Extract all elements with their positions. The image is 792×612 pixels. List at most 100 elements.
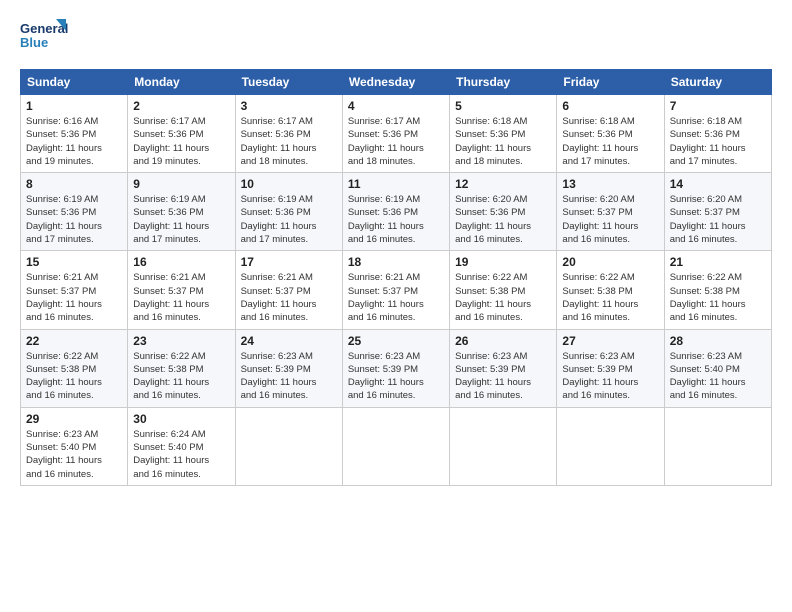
day-info: Sunrise: 6:17 AM Sunset: 5:36 PM Dayligh… bbox=[348, 115, 444, 168]
day-number: 30 bbox=[133, 412, 229, 426]
day-info: Sunrise: 6:23 AM Sunset: 5:39 PM Dayligh… bbox=[348, 350, 444, 403]
svg-text:Blue: Blue bbox=[20, 35, 48, 50]
calendar-cell: 2 Sunrise: 6:17 AM Sunset: 5:36 PM Daylig… bbox=[128, 95, 235, 173]
calendar-header-row: SundayMondayTuesdayWednesdayThursdayFrid… bbox=[21, 70, 772, 95]
day-info: Sunrise: 6:16 AM Sunset: 5:36 PM Dayligh… bbox=[26, 115, 122, 168]
day-number: 12 bbox=[455, 177, 551, 191]
day-info: Sunrise: 6:21 AM Sunset: 5:37 PM Dayligh… bbox=[348, 271, 444, 324]
day-number: 8 bbox=[26, 177, 122, 191]
calendar-header-saturday: Saturday bbox=[664, 70, 771, 95]
calendar-week-3: 15 Sunrise: 6:21 AM Sunset: 5:37 PM Dayli… bbox=[21, 251, 772, 329]
calendar-header-monday: Monday bbox=[128, 70, 235, 95]
day-number: 10 bbox=[241, 177, 337, 191]
day-number: 4 bbox=[348, 99, 444, 113]
day-info: Sunrise: 6:23 AM Sunset: 5:39 PM Dayligh… bbox=[241, 350, 337, 403]
calendar-week-4: 22Sunrise: 6:22 AM Sunset: 5:38 PM Dayli… bbox=[21, 329, 772, 407]
day-info: Sunrise: 6:17 AM Sunset: 5:36 PM Dayligh… bbox=[133, 115, 229, 168]
day-info: Sunrise: 6:23 AM Sunset: 5:40 PM Dayligh… bbox=[26, 428, 122, 481]
day-number: 14 bbox=[670, 177, 766, 191]
day-number: 16 bbox=[133, 255, 229, 269]
day-info: Sunrise: 6:18 AM Sunset: 5:36 PM Dayligh… bbox=[562, 115, 658, 168]
calendar-cell: 5Sunrise: 6:18 AM Sunset: 5:36 PM Daylig… bbox=[450, 95, 557, 173]
calendar-cell: 16 Sunrise: 6:21 AM Sunset: 5:37 PM Dayli… bbox=[128, 251, 235, 329]
day-info: Sunrise: 6:21 AM Sunset: 5:37 PM Dayligh… bbox=[241, 271, 337, 324]
day-info: Sunrise: 6:21 AM Sunset: 5:37 PM Dayligh… bbox=[133, 271, 229, 324]
calendar-cell: 8 Sunrise: 6:19 AM Sunset: 5:36 PM Daylig… bbox=[21, 173, 128, 251]
calendar-cell: 10Sunrise: 6:19 AM Sunset: 5:36 PM Dayli… bbox=[235, 173, 342, 251]
calendar-cell: 15 Sunrise: 6:21 AM Sunset: 5:37 PM Dayli… bbox=[21, 251, 128, 329]
calendar-header-thursday: Thursday bbox=[450, 70, 557, 95]
calendar-cell: 13 Sunrise: 6:20 AM Sunset: 5:37 PM Dayli… bbox=[557, 173, 664, 251]
calendar-cell: 23 Sunrise: 6:22 AM Sunset: 5:38 PM Dayli… bbox=[128, 329, 235, 407]
calendar: SundayMondayTuesdayWednesdayThursdayFrid… bbox=[20, 69, 772, 486]
day-number: 11 bbox=[348, 177, 444, 191]
day-info: Sunrise: 6:19 AM Sunset: 5:36 PM Dayligh… bbox=[348, 193, 444, 246]
calendar-cell bbox=[664, 407, 771, 485]
day-info: Sunrise: 6:17 AM Sunset: 5:36 PM Dayligh… bbox=[241, 115, 337, 168]
day-info: Sunrise: 6:20 AM Sunset: 5:37 PM Dayligh… bbox=[562, 193, 658, 246]
calendar-header-sunday: Sunday bbox=[21, 70, 128, 95]
day-info: Sunrise: 6:23 AM Sunset: 5:39 PM Dayligh… bbox=[455, 350, 551, 403]
day-number: 28 bbox=[670, 334, 766, 348]
calendar-cell: 4 Sunrise: 6:17 AM Sunset: 5:36 PM Daylig… bbox=[342, 95, 449, 173]
calendar-week-2: 8 Sunrise: 6:19 AM Sunset: 5:36 PM Daylig… bbox=[21, 173, 772, 251]
calendar-header-friday: Friday bbox=[557, 70, 664, 95]
calendar-cell: 19Sunrise: 6:22 AM Sunset: 5:38 PM Dayli… bbox=[450, 251, 557, 329]
day-info: Sunrise: 6:22 AM Sunset: 5:38 PM Dayligh… bbox=[670, 271, 766, 324]
calendar-cell: 18 Sunrise: 6:21 AM Sunset: 5:37 PM Dayli… bbox=[342, 251, 449, 329]
calendar-cell: 26 Sunrise: 6:23 AM Sunset: 5:39 PM Dayli… bbox=[450, 329, 557, 407]
day-number: 19 bbox=[455, 255, 551, 269]
day-number: 26 bbox=[455, 334, 551, 348]
day-number: 6 bbox=[562, 99, 658, 113]
day-info: Sunrise: 6:22 AM Sunset: 5:38 PM Dayligh… bbox=[26, 350, 122, 403]
day-number: 23 bbox=[133, 334, 229, 348]
day-info: Sunrise: 6:19 AM Sunset: 5:36 PM Dayligh… bbox=[133, 193, 229, 246]
calendar-cell: 27 Sunrise: 6:23 AM Sunset: 5:39 PM Dayli… bbox=[557, 329, 664, 407]
calendar-cell: 11 Sunrise: 6:19 AM Sunset: 5:36 PM Dayli… bbox=[342, 173, 449, 251]
day-info: Sunrise: 6:22 AM Sunset: 5:38 PM Dayligh… bbox=[133, 350, 229, 403]
day-info: Sunrise: 6:20 AM Sunset: 5:37 PM Dayligh… bbox=[670, 193, 766, 246]
day-number: 3 bbox=[241, 99, 337, 113]
day-number: 1 bbox=[26, 99, 122, 113]
calendar-cell bbox=[235, 407, 342, 485]
calendar-cell: 22Sunrise: 6:22 AM Sunset: 5:38 PM Dayli… bbox=[21, 329, 128, 407]
logo: General Blue bbox=[20, 15, 70, 59]
day-info: Sunrise: 6:24 AM Sunset: 5:40 PM Dayligh… bbox=[133, 428, 229, 481]
calendar-week-5: 29Sunrise: 6:23 AM Sunset: 5:40 PM Dayli… bbox=[21, 407, 772, 485]
day-info: Sunrise: 6:23 AM Sunset: 5:40 PM Dayligh… bbox=[670, 350, 766, 403]
day-number: 27 bbox=[562, 334, 658, 348]
day-info: Sunrise: 6:23 AM Sunset: 5:39 PM Dayligh… bbox=[562, 350, 658, 403]
day-info: Sunrise: 6:21 AM Sunset: 5:37 PM Dayligh… bbox=[26, 271, 122, 324]
calendar-cell: 29Sunrise: 6:23 AM Sunset: 5:40 PM Dayli… bbox=[21, 407, 128, 485]
calendar-cell: 6 Sunrise: 6:18 AM Sunset: 5:36 PM Daylig… bbox=[557, 95, 664, 173]
day-number: 2 bbox=[133, 99, 229, 113]
calendar-cell: 28 Sunrise: 6:23 AM Sunset: 5:40 PM Dayli… bbox=[664, 329, 771, 407]
calendar-header-tuesday: Tuesday bbox=[235, 70, 342, 95]
calendar-cell: 9 Sunrise: 6:19 AM Sunset: 5:36 PM Daylig… bbox=[128, 173, 235, 251]
page: General Blue SundayMondayTuesdayWednesda… bbox=[0, 0, 792, 612]
calendar-cell bbox=[342, 407, 449, 485]
day-number: 9 bbox=[133, 177, 229, 191]
header: General Blue bbox=[20, 15, 772, 59]
logo-svg: General Blue bbox=[20, 15, 70, 59]
calendar-cell: 17Sunrise: 6:21 AM Sunset: 5:37 PM Dayli… bbox=[235, 251, 342, 329]
calendar-cell bbox=[450, 407, 557, 485]
calendar-cell: 25 Sunrise: 6:23 AM Sunset: 5:39 PM Dayli… bbox=[342, 329, 449, 407]
day-number: 5 bbox=[455, 99, 551, 113]
calendar-cell: 3 Sunrise: 6:17 AM Sunset: 5:36 PM Daylig… bbox=[235, 95, 342, 173]
calendar-header-wednesday: Wednesday bbox=[342, 70, 449, 95]
calendar-cell: 7Sunrise: 6:18 AM Sunset: 5:36 PM Daylig… bbox=[664, 95, 771, 173]
day-number: 20 bbox=[562, 255, 658, 269]
day-number: 13 bbox=[562, 177, 658, 191]
calendar-cell: 21 Sunrise: 6:22 AM Sunset: 5:38 PM Dayli… bbox=[664, 251, 771, 329]
calendar-cell: 20Sunrise: 6:22 AM Sunset: 5:38 PM Dayli… bbox=[557, 251, 664, 329]
day-number: 18 bbox=[348, 255, 444, 269]
day-info: Sunrise: 6:20 AM Sunset: 5:36 PM Dayligh… bbox=[455, 193, 551, 246]
day-number: 7 bbox=[670, 99, 766, 113]
calendar-week-1: 1 Sunrise: 6:16 AM Sunset: 5:36 PM Daylig… bbox=[21, 95, 772, 173]
day-number: 15 bbox=[26, 255, 122, 269]
day-number: 21 bbox=[670, 255, 766, 269]
day-info: Sunrise: 6:19 AM Sunset: 5:36 PM Dayligh… bbox=[26, 193, 122, 246]
day-number: 25 bbox=[348, 334, 444, 348]
calendar-cell: 12 Sunrise: 6:20 AM Sunset: 5:36 PM Dayli… bbox=[450, 173, 557, 251]
